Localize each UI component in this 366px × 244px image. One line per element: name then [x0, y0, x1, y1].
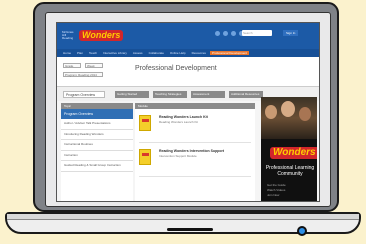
promo-links: Get the Guide Watch Videos Join Now: [267, 183, 286, 198]
logo-wordmark: Wonders: [79, 30, 124, 41]
tab-assessment[interactable]: Assessment: [191, 91, 225, 98]
laptop-base: [5, 212, 361, 236]
site-header: McGraw-Hill Reading Wonders Search Sign …: [57, 23, 319, 57]
sign-in-button[interactable]: Sign In: [283, 30, 299, 36]
tab-getting-started[interactable]: Getting Started: [115, 91, 149, 98]
search-input[interactable]: Search: [242, 30, 272, 36]
nav-item-collaborate[interactable]: Collaborate: [147, 51, 166, 55]
grade-select[interactable]: Grade: [63, 63, 81, 68]
sidebar-item-instruction[interactable]: Instruction: [61, 151, 133, 161]
tab-additional-resources[interactable]: Additional Resources: [229, 91, 263, 98]
laptop-screen: McGraw-Hill Reading Wonders Search Sign …: [56, 22, 320, 202]
sidebar-item-guided-reading[interactable]: Guided Reading & Small Group Instruction: [61, 161, 133, 172]
nav-item-home[interactable]: Home: [61, 51, 73, 55]
person-face: [299, 107, 311, 121]
nav-item-professional-development[interactable]: Professional Development: [209, 51, 249, 55]
promo-banner[interactable]: Wonders Professional Learning Community …: [261, 97, 317, 201]
promo-photo: [261, 97, 317, 139]
book-cover-icon: [139, 149, 151, 165]
program-overview-dropdown[interactable]: Program Overview: [63, 91, 105, 98]
sub-toolbar: Grade Week Program: Reading 2014 Profess…: [57, 57, 319, 87]
nav-item-plan[interactable]: Plan: [75, 51, 85, 55]
home-icon[interactable]: [215, 31, 220, 36]
help-icon[interactable]: [223, 31, 228, 36]
promo-link[interactable]: Join Now: [267, 193, 286, 198]
promo-text: Professional Learning Community: [265, 165, 315, 177]
sidebar-item-author-talk[interactable]: Author / Advisor Talk Presentations: [61, 119, 133, 130]
settings-icon[interactable]: [231, 31, 236, 36]
entry-title[interactable]: Reading Wonders Launch Kit: [159, 115, 208, 119]
module-list: Module Reading Wonders Launch Kit Readin…: [135, 103, 255, 201]
promo-logo: Wonders: [270, 147, 317, 159]
entry-title[interactable]: Reading Wonders Intervention Support: [159, 149, 224, 153]
module-header: Module: [135, 103, 255, 109]
nav-item-teach[interactable]: Teach: [87, 51, 99, 55]
tab-teaching-strategies[interactable]: Teaching Strategies: [153, 91, 187, 98]
list-item[interactable]: Reading Wonders Launch Kit Reading Wonde…: [139, 113, 251, 143]
nav-item-resources[interactable]: Resources: [190, 51, 208, 55]
program-select[interactable]: Program: Reading 2014: [63, 72, 103, 77]
nav-item-help[interactable]: Online Help: [168, 51, 188, 55]
power-led-icon: [297, 226, 307, 236]
page-title: Professional Development: [135, 65, 217, 72]
topic-sidebar: Topic Program Overview Author / Advisor …: [61, 103, 133, 201]
sidebar-item-introducing[interactable]: Introducing Reading Wonders: [61, 130, 133, 140]
book-cover-icon: [139, 115, 151, 131]
person-face: [281, 101, 295, 117]
week-select[interactable]: Week: [85, 63, 103, 68]
trackpad: [167, 228, 213, 231]
entry-subtitle: Intervention Support Module: [159, 154, 197, 158]
entry-subtitle: Reading Wonders Launch Kit: [159, 120, 198, 124]
nav-item-library[interactable]: Interactive Library: [101, 51, 129, 55]
site-logo[interactable]: McGraw-Hill Reading Wonders: [62, 30, 124, 41]
logo-small-text: McGraw-Hill Reading: [62, 30, 75, 40]
sidebar-item-program-overview[interactable]: Program Overview: [61, 109, 133, 119]
nav-item-assess[interactable]: Assess: [131, 51, 145, 55]
header-icons: [215, 31, 244, 36]
main-nav: Home Plan Teach Interactive Library Asse…: [57, 49, 319, 57]
laptop-hinge: [7, 214, 359, 220]
sidebar-item-routines[interactable]: Instructional Routines: [61, 140, 133, 151]
list-item[interactable]: Reading Wonders Intervention Support Int…: [139, 147, 251, 177]
person-face: [265, 105, 277, 119]
